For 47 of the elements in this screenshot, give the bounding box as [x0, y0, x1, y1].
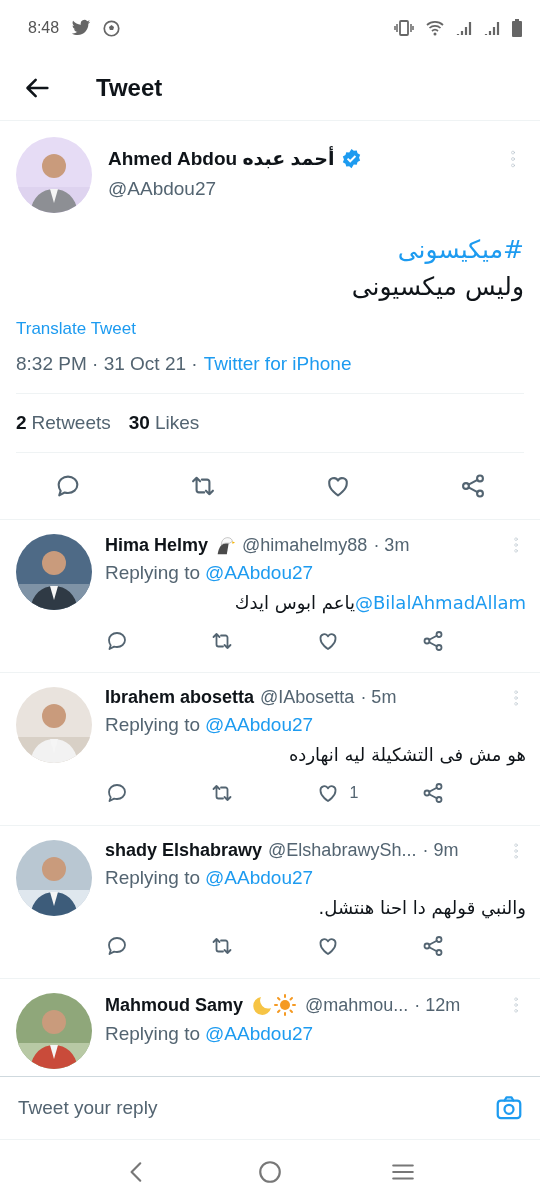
reply-icon[interactable] [105, 781, 129, 805]
stat-count[interactable]: 30 Likes [128, 412, 200, 434]
reply-time: · 12m [414, 994, 461, 1016]
signal-icon [456, 20, 472, 36]
reply-handle: @himahelmy88 [242, 534, 368, 556]
reply-time: · 5m [360, 687, 397, 708]
reply-author: Hima Helmy [105, 534, 209, 556]
replying-label: Replying to [105, 562, 201, 584]
tweet-timestamp: 8:32 PM · 31 Oct 21 · [16, 353, 198, 375]
reply-handle: @ElshabrawySh... [268, 840, 417, 861]
page-title: Tweet [96, 74, 163, 102]
translate-link[interactable]: Translate Tweet [16, 319, 136, 339]
signal-icon [484, 20, 500, 36]
reply-author: shady Elshabrawy [105, 840, 263, 861]
reply-handle: @mahmou... [305, 994, 409, 1016]
reply-field[interactable]: Tweet your reply [16, 1096, 484, 1120]
bird-icon [71, 19, 92, 37]
like-count: 1 [349, 784, 359, 802]
reply-author: Mahmoud Samy [105, 994, 244, 1016]
tweet-text: وليس ميكسيونى [351, 272, 524, 301]
replying-label: Replying to [105, 1023, 201, 1045]
reply-icon[interactable] [105, 629, 129, 653]
reply-text: هو مش فى التشكيلة ليه انهارده [288, 744, 526, 765]
reply-time: · 3m [373, 534, 410, 556]
mention-link[interactable]: @AAbdou27 [205, 1023, 314, 1045]
reply-icon[interactable] [105, 934, 129, 958]
ball-icon [103, 19, 121, 37]
mention-link[interactable]: @AAbdou27 [205, 867, 314, 889]
mention-link[interactable]: @AAbdou27 [205, 562, 314, 584]
stat-count[interactable]: 2 Retweets [16, 412, 111, 434]
clock-time: 8:48 [28, 19, 60, 37]
reply-handle: @IAbosetta [260, 687, 355, 708]
vibrate-icon [394, 20, 414, 36]
battery-icon [512, 19, 522, 37]
wifi-icon [426, 20, 444, 36]
source-link[interactable]: Twitter for iPhone [203, 353, 352, 375]
replying-label: Replying to [105, 714, 201, 736]
mention-link[interactable]: @AAbdou27 [205, 714, 314, 736]
home-nav-icon[interactable] [257, 1159, 283, 1185]
mention-link[interactable]: @BilalAhmadAllam [355, 592, 526, 613]
replying-label: Replying to [105, 867, 201, 889]
reply-author: Ibrahem abosetta [105, 687, 255, 708]
author-name: Ahmed Abdou أحمد عبده [108, 147, 335, 170]
author-handle: @AAbdou27 [108, 178, 218, 200]
reply-text: والنبي قولهم دا احنا هنتشل. [318, 897, 526, 918]
hashtag-link[interactable]: #ميكيسونى [397, 235, 524, 264]
reply-time: · 9m [422, 840, 459, 861]
